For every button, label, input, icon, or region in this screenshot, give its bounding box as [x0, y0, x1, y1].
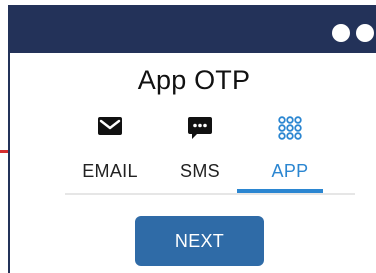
page-title: App OTP: [137, 65, 251, 95]
envelope-icon: [97, 115, 123, 142]
window-dot-2[interactable]: [356, 24, 374, 42]
tabs-divider: [65, 193, 355, 195]
title-bar: [10, 5, 376, 53]
chat-bubble-icon: [187, 115, 213, 146]
tab-sms[interactable]: SMS: [155, 109, 245, 193]
grid-dots-icon: [277, 115, 303, 146]
otp-method-tabs: EMAIL SMS APP: [65, 109, 355, 197]
tab-sms-label: SMS: [180, 161, 220, 181]
next-button[interactable]: NEXT: [135, 216, 264, 266]
tab-app-label: APP: [271, 161, 309, 181]
screen: App OTP EMAIL SMS APP NEXT: [0, 0, 376, 273]
window-dot-1[interactable]: [332, 24, 350, 42]
tab-email[interactable]: EMAIL: [65, 109, 155, 193]
otp-window: App OTP EMAIL SMS APP NEXT: [8, 5, 376, 273]
tab-email-label: EMAIL: [82, 161, 138, 181]
tab-app[interactable]: APP: [245, 109, 335, 193]
window-controls: [332, 24, 374, 42]
